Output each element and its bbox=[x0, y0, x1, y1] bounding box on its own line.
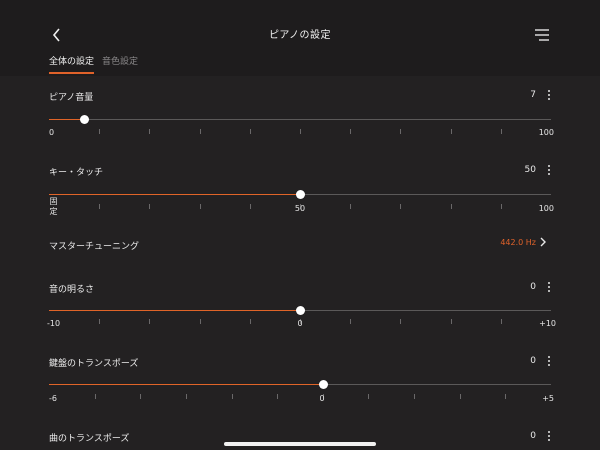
brightness-min-label: -10 bbox=[47, 319, 61, 328]
slider-tick bbox=[460, 394, 461, 399]
piano-volume-slider[interactable] bbox=[49, 115, 551, 124]
brightness-max-label: +10 bbox=[539, 319, 556, 328]
brightness-value: 0 bbox=[530, 282, 536, 292]
key-touch-max-label: 100 bbox=[538, 204, 554, 213]
slider-tick bbox=[350, 129, 351, 134]
slider-tick bbox=[350, 319, 351, 324]
slider-tick bbox=[368, 394, 369, 399]
key-touch-value: 50 bbox=[524, 165, 536, 175]
slider-tick bbox=[200, 319, 201, 324]
slider-tick bbox=[149, 319, 150, 324]
key-transpose-thumb[interactable] bbox=[318, 380, 328, 389]
song-transpose-more-button[interactable] bbox=[544, 429, 554, 443]
key-transpose-mid-label: 0 bbox=[319, 394, 325, 403]
key-touch-more-button[interactable] bbox=[544, 163, 554, 177]
slider-tick bbox=[186, 394, 187, 399]
slider-tick bbox=[250, 319, 251, 324]
slider-tick bbox=[140, 394, 141, 399]
piano-volume-thumb[interactable] bbox=[79, 115, 89, 124]
chevron-right-icon bbox=[539, 236, 547, 248]
key-touch-slider[interactable] bbox=[49, 190, 551, 199]
piano-volume-label: ピアノ音量 bbox=[49, 93, 94, 103]
slider-tick bbox=[200, 129, 201, 134]
slider-tick bbox=[451, 129, 452, 134]
slider-tick bbox=[200, 204, 201, 209]
piano-volume-max-label: 100 bbox=[538, 128, 554, 137]
key-touch-mid-label: 50 bbox=[294, 204, 306, 213]
slider-tick bbox=[414, 394, 415, 399]
brightness-more-button[interactable] bbox=[544, 280, 554, 294]
slider-tick bbox=[99, 204, 100, 209]
song-transpose-value: 0 bbox=[530, 431, 536, 441]
master-tuning-value: 442.0 Hz bbox=[500, 238, 536, 247]
piano-volume-more-button[interactable] bbox=[544, 88, 554, 102]
slider-tick bbox=[99, 129, 100, 134]
tab-voice-settings[interactable]: 音色設定 bbox=[102, 54, 138, 74]
menu-icon bbox=[535, 29, 549, 41]
piano-volume-ticks bbox=[49, 129, 551, 135]
tab-bar: 全体の設定 音色設定 bbox=[49, 54, 138, 76]
key-transpose-ticks bbox=[49, 394, 551, 400]
piano-volume-min-label: 0 bbox=[49, 128, 55, 137]
page-title: ピアノの設定 bbox=[268, 30, 332, 41]
slider-tick bbox=[501, 204, 502, 209]
slider-tick bbox=[149, 129, 150, 134]
piano-volume-value: 7 bbox=[530, 90, 536, 100]
home-indicator bbox=[224, 442, 376, 446]
top-bar: ピアノの設定 全体の設定 音色設定 bbox=[0, 0, 600, 76]
slider-tick bbox=[501, 129, 502, 134]
key-transpose-slider[interactable] bbox=[49, 380, 551, 389]
brightness-slider[interactable] bbox=[49, 306, 551, 315]
master-tuning-label: マスターチューニング bbox=[49, 242, 140, 252]
slider-tick bbox=[99, 319, 100, 324]
slider-tick bbox=[400, 204, 401, 209]
key-transpose-more-button[interactable] bbox=[544, 354, 554, 368]
brightness-thumb[interactable] bbox=[295, 306, 305, 315]
slider-tick bbox=[250, 129, 251, 134]
slider-tick bbox=[300, 129, 301, 134]
tab-general-settings[interactable]: 全体の設定 bbox=[49, 54, 95, 74]
slider-tick bbox=[95, 394, 96, 399]
key-transpose-value: 0 bbox=[530, 356, 536, 366]
song-transpose-label: 曲のトランスポーズ bbox=[49, 434, 130, 444]
key-transpose-max-label: +5 bbox=[542, 394, 554, 403]
slider-tick bbox=[451, 204, 452, 209]
slider-tick bbox=[250, 204, 251, 209]
slider-tick bbox=[277, 394, 278, 399]
key-transpose-label: 鍵盤のトランスポーズ bbox=[49, 359, 139, 369]
slider-tick bbox=[232, 394, 233, 399]
brightness-mid-label: 0 bbox=[297, 319, 303, 328]
slider-tick bbox=[451, 319, 452, 324]
slider-tick bbox=[149, 204, 150, 209]
brightness-label: 音の明るさ bbox=[49, 285, 95, 295]
key-touch-min-label: 固定 bbox=[49, 197, 58, 217]
key-transpose-min-label: -6 bbox=[49, 394, 57, 403]
key-touch-thumb[interactable] bbox=[295, 190, 305, 199]
key-touch-label: キー・タッチ bbox=[49, 168, 104, 178]
slider-tick bbox=[400, 129, 401, 134]
slider-tick bbox=[350, 204, 351, 209]
slider-tick bbox=[501, 319, 502, 324]
slider-tick bbox=[400, 319, 401, 324]
menu-button[interactable] bbox=[532, 25, 552, 45]
slider-tick bbox=[505, 394, 506, 399]
